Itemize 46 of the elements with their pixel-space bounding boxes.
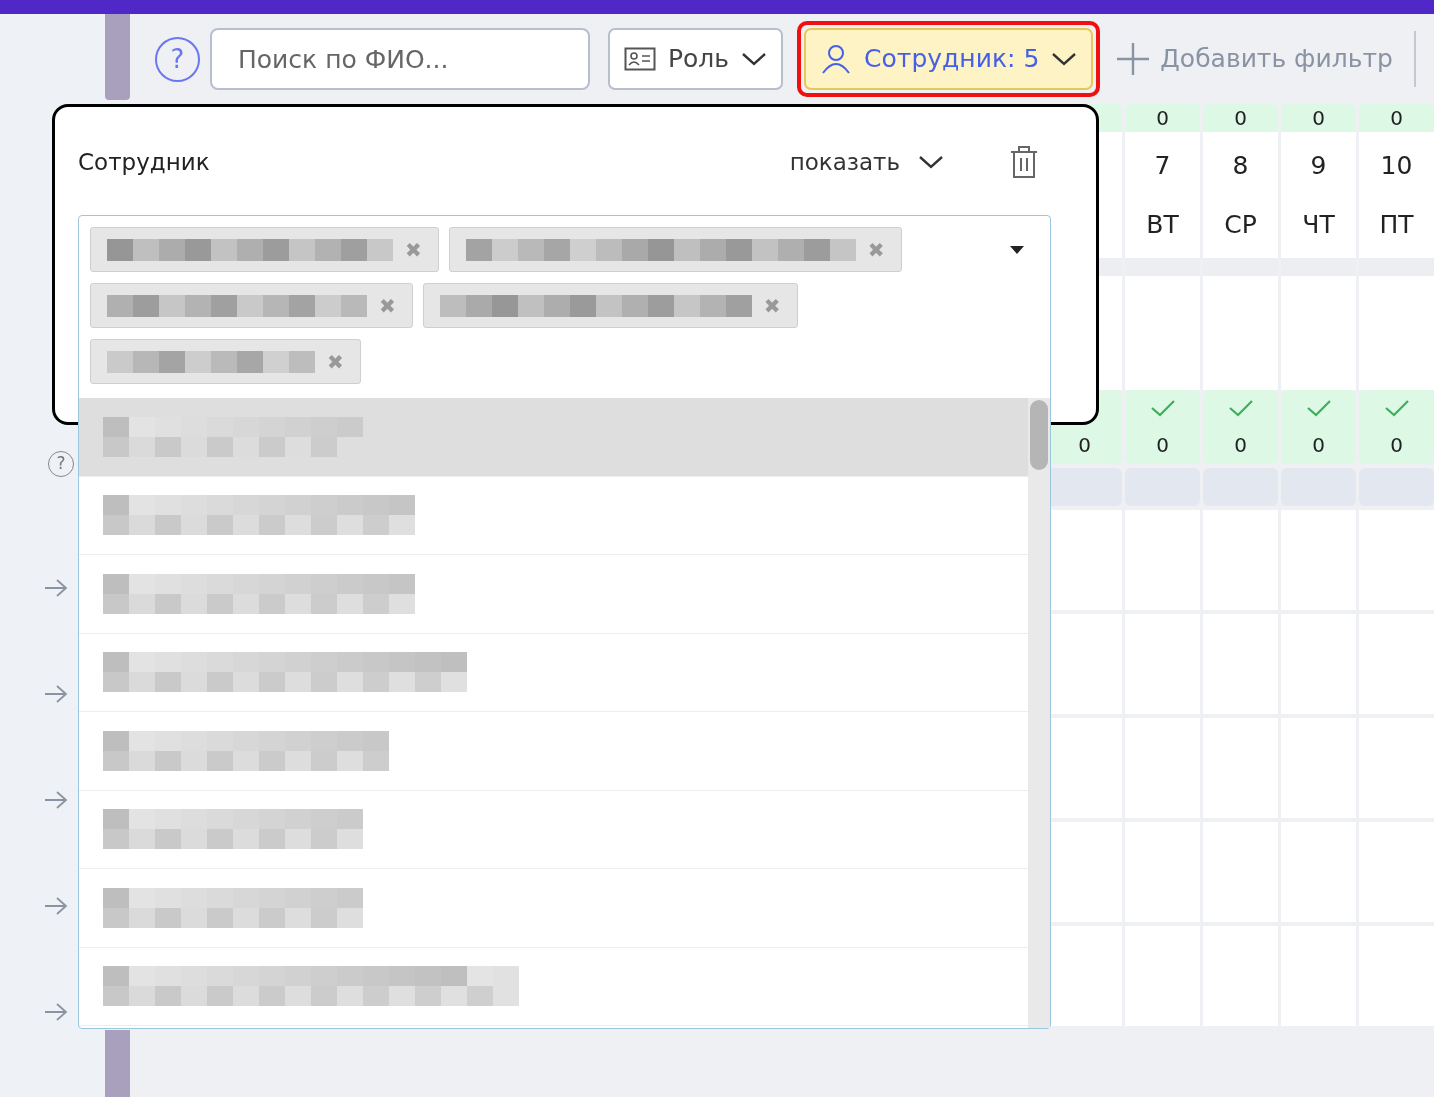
arrow-right-icon[interactable]: [44, 578, 68, 598]
popup-title: Сотрудник: [78, 147, 210, 177]
total-cell: 0: [1125, 104, 1200, 132]
arrow-right-icon[interactable]: [44, 790, 68, 810]
chip-remove-button[interactable]: ✖: [327, 351, 344, 372]
chip-remove-button[interactable]: ✖: [379, 295, 396, 316]
arrow-right-icon[interactable]: [44, 1002, 68, 1022]
count-cell: 0: [1203, 426, 1278, 464]
arrow-right-icon[interactable]: [44, 684, 68, 704]
weekday-label: ЧТ: [1302, 209, 1335, 241]
day-number: 10: [1380, 149, 1413, 182]
day-number: 8: [1232, 149, 1249, 182]
arrow-right-icon[interactable]: [44, 896, 68, 916]
option-row[interactable]: [79, 398, 1028, 477]
plus-icon: [1116, 42, 1151, 76]
person-icon: [820, 43, 853, 75]
count-cell: 0: [1281, 426, 1356, 464]
weekday-label: ПТ: [1379, 209, 1414, 241]
scrollbar-thumb[interactable]: [105, 14, 130, 100]
chevron-down-icon: [918, 154, 944, 170]
scrollbar-track[interactable]: [1028, 398, 1050, 1028]
caret-down-icon[interactable]: [1010, 246, 1024, 254]
mode-dropdown[interactable]: показать: [789, 144, 944, 180]
help-button[interactable]: ?: [155, 36, 200, 82]
scrollbar-thumb[interactable]: [1030, 400, 1048, 470]
weekday-label: ВТ: [1146, 209, 1179, 241]
day-number: 7: [1154, 149, 1171, 182]
total-cell: 0: [1203, 104, 1278, 132]
trash-icon[interactable]: [1010, 145, 1038, 179]
search-field[interactable]: Поиск по ФИО...: [210, 28, 590, 90]
weekday-label: СР: [1224, 209, 1257, 241]
total-cell: 0: [1281, 104, 1356, 132]
day-number: 9: [1310, 149, 1327, 182]
chevron-down-icon: [1051, 51, 1078, 67]
scrollbar-thumb[interactable]: [105, 1030, 130, 1097]
chip-remove-button[interactable]: ✖: [867, 239, 885, 260]
chip-remove-button[interactable]: ✖: [405, 239, 422, 260]
count-cell: 0: [1125, 426, 1200, 464]
total-cell: 0: [1359, 104, 1434, 132]
add-filter-button[interactable]: Добавить фильтр: [1116, 40, 1393, 78]
filter-button[interactable]: Роль: [608, 28, 784, 90]
id-card-icon: [624, 47, 656, 71]
filter-button[interactable]: Сотрудник: 5: [804, 28, 1094, 90]
chip-remove-button[interactable]: ✖: [763, 295, 781, 316]
count-cell: 0: [1359, 426, 1434, 464]
chevron-down-icon: [741, 51, 768, 67]
